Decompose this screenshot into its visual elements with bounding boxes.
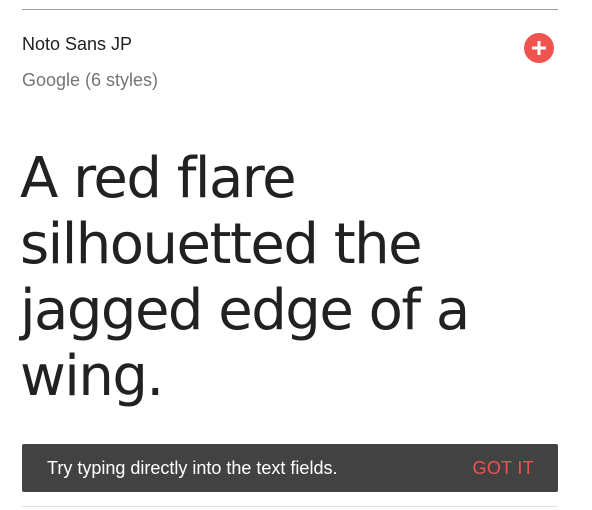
font-name[interactable]: Noto Sans JP [22, 32, 132, 56]
add-font-button[interactable] [524, 33, 554, 63]
font-foundry-styles: Google (6 styles) [22, 70, 159, 90]
snackbar: Try typing directly into the text fields… [22, 444, 558, 492]
plus-icon [532, 41, 546, 55]
card-divider-bottom [22, 506, 558, 507]
snackbar-message: Try typing directly into the text fields… [47, 458, 338, 478]
preview-text-field[interactable]: A red flare silhouetted the jagged edge … [20, 146, 560, 410]
got-it-button[interactable]: GOT IT [473, 456, 534, 480]
card-divider-top [22, 9, 558, 10]
font-card-header: Noto Sans JP Google (6 styles) [22, 30, 558, 100]
